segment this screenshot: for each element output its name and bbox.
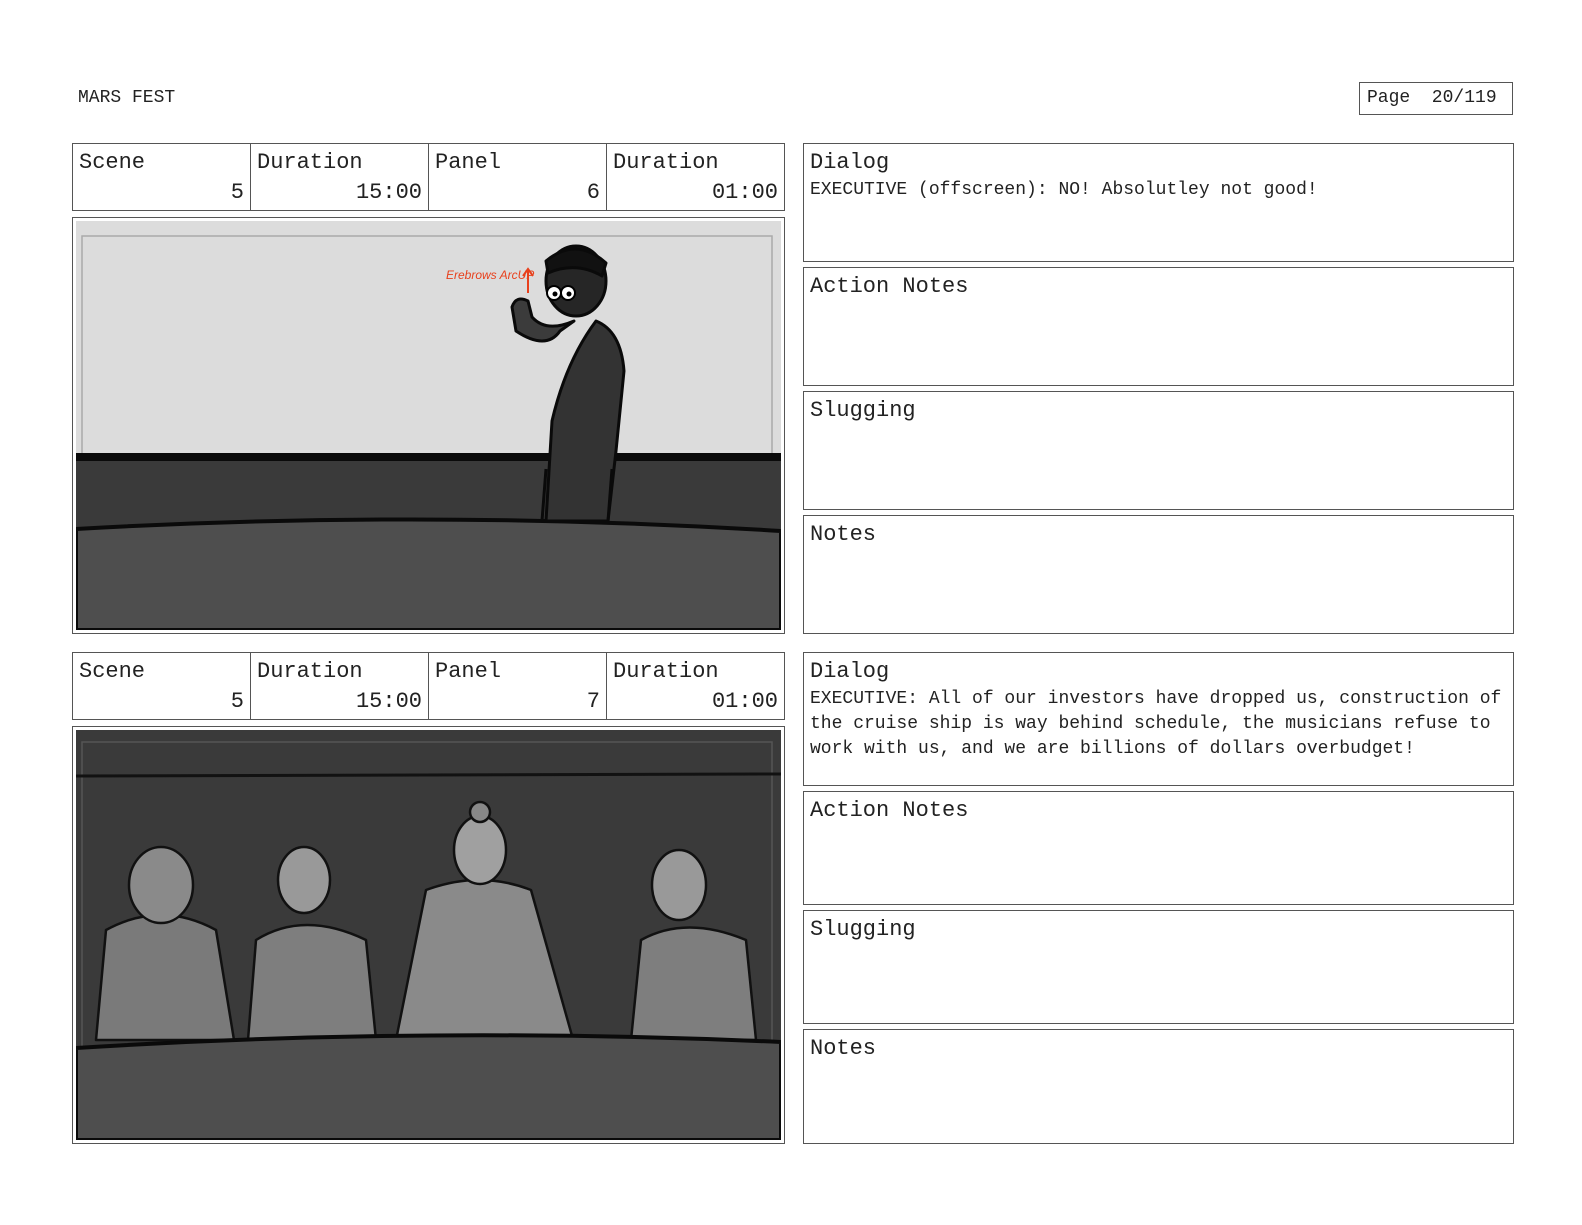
page-number: Page 20/119: [1359, 82, 1513, 115]
dialog-label: Dialog: [810, 659, 890, 684]
slugging-label: Slugging: [810, 398, 916, 423]
action-notes-label: Action Notes: [810, 798, 969, 823]
project-title: MARS FEST: [78, 88, 176, 108]
panel-duration-cell: Duration 01:00: [607, 144, 784, 210]
duration-label: Duration: [613, 659, 719, 684]
scene-label: Scene: [79, 659, 146, 684]
panel-cell: Panel 7: [429, 653, 607, 719]
scene-duration-cell: Duration 15:00: [251, 653, 429, 719]
notes-label: Notes: [810, 1036, 877, 1061]
scene-duration: 15:00: [355, 689, 422, 714]
scene-cell: Scene 5: [73, 653, 251, 719]
scene-label: Scene: [79, 150, 146, 175]
slugging-box: Slugging: [803, 910, 1514, 1024]
dialog-text: EXECUTIVE (offscreen): NO! Absolutley no…: [810, 180, 1318, 200]
storyboard-frame: [72, 726, 785, 1144]
panel-meta-row: Scene 5 Duration 15:00 Panel 6 Duration …: [72, 143, 785, 211]
action-notes-box: Action Notes: [803, 267, 1514, 386]
duration-label: Duration: [257, 659, 363, 684]
notes-box: Notes: [803, 1029, 1514, 1144]
dialog-label: Dialog: [810, 150, 890, 175]
panel-number: 6: [586, 180, 600, 205]
dialog-box: Dialog EXECUTIVE: All of our investors h…: [803, 652, 1514, 786]
panel-number: 7: [586, 689, 600, 714]
notes-label: Notes: [810, 522, 877, 547]
dialog-box: Dialog EXECUTIVE (offscreen): NO! Absolu…: [803, 143, 1514, 262]
panel-label: Panel: [435, 150, 502, 175]
panel-meta-row: Scene 5 Duration 15:00 Panel 7 Duration …: [72, 652, 785, 720]
dialog-text: EXECUTIVE: All of our investors have dro…: [810, 689, 1502, 759]
duration-label: Duration: [257, 150, 363, 175]
scene-number: 5: [230, 689, 244, 714]
scene-cell: Scene 5: [73, 144, 251, 210]
scene-duration: 15:00: [355, 180, 422, 205]
sketch-board-of-executives: [76, 730, 781, 1140]
scene-number: 5: [230, 180, 244, 205]
duration-label: Duration: [613, 150, 719, 175]
storyboard-frame: Erebrows ArcUP: [72, 217, 785, 634]
panel-duration: 01:00: [711, 689, 778, 714]
panel-block-7: Scene 5 Duration 15:00 Panel 7 Duration …: [72, 652, 1514, 1144]
panel-duration-cell: Duration 01:00: [607, 653, 784, 719]
panel-duration: 01:00: [711, 180, 778, 205]
slugging-box: Slugging: [803, 391, 1514, 510]
action-notes-label: Action Notes: [810, 274, 969, 299]
slugging-label: Slugging: [810, 917, 916, 942]
notes-box: Notes: [803, 515, 1514, 634]
action-notes-box: Action Notes: [803, 791, 1514, 905]
sketch-executive-pointing: Erebrows ArcUP: [76, 221, 781, 630]
panel-cell: Panel 6: [429, 144, 607, 210]
scene-duration-cell: Duration 15:00: [251, 144, 429, 210]
panel-block-6: Scene 5 Duration 15:00 Panel 6 Duration …: [72, 143, 1514, 634]
sketch-annotation: Erebrows ArcUP: [446, 268, 534, 282]
panel-label: Panel: [435, 659, 502, 684]
